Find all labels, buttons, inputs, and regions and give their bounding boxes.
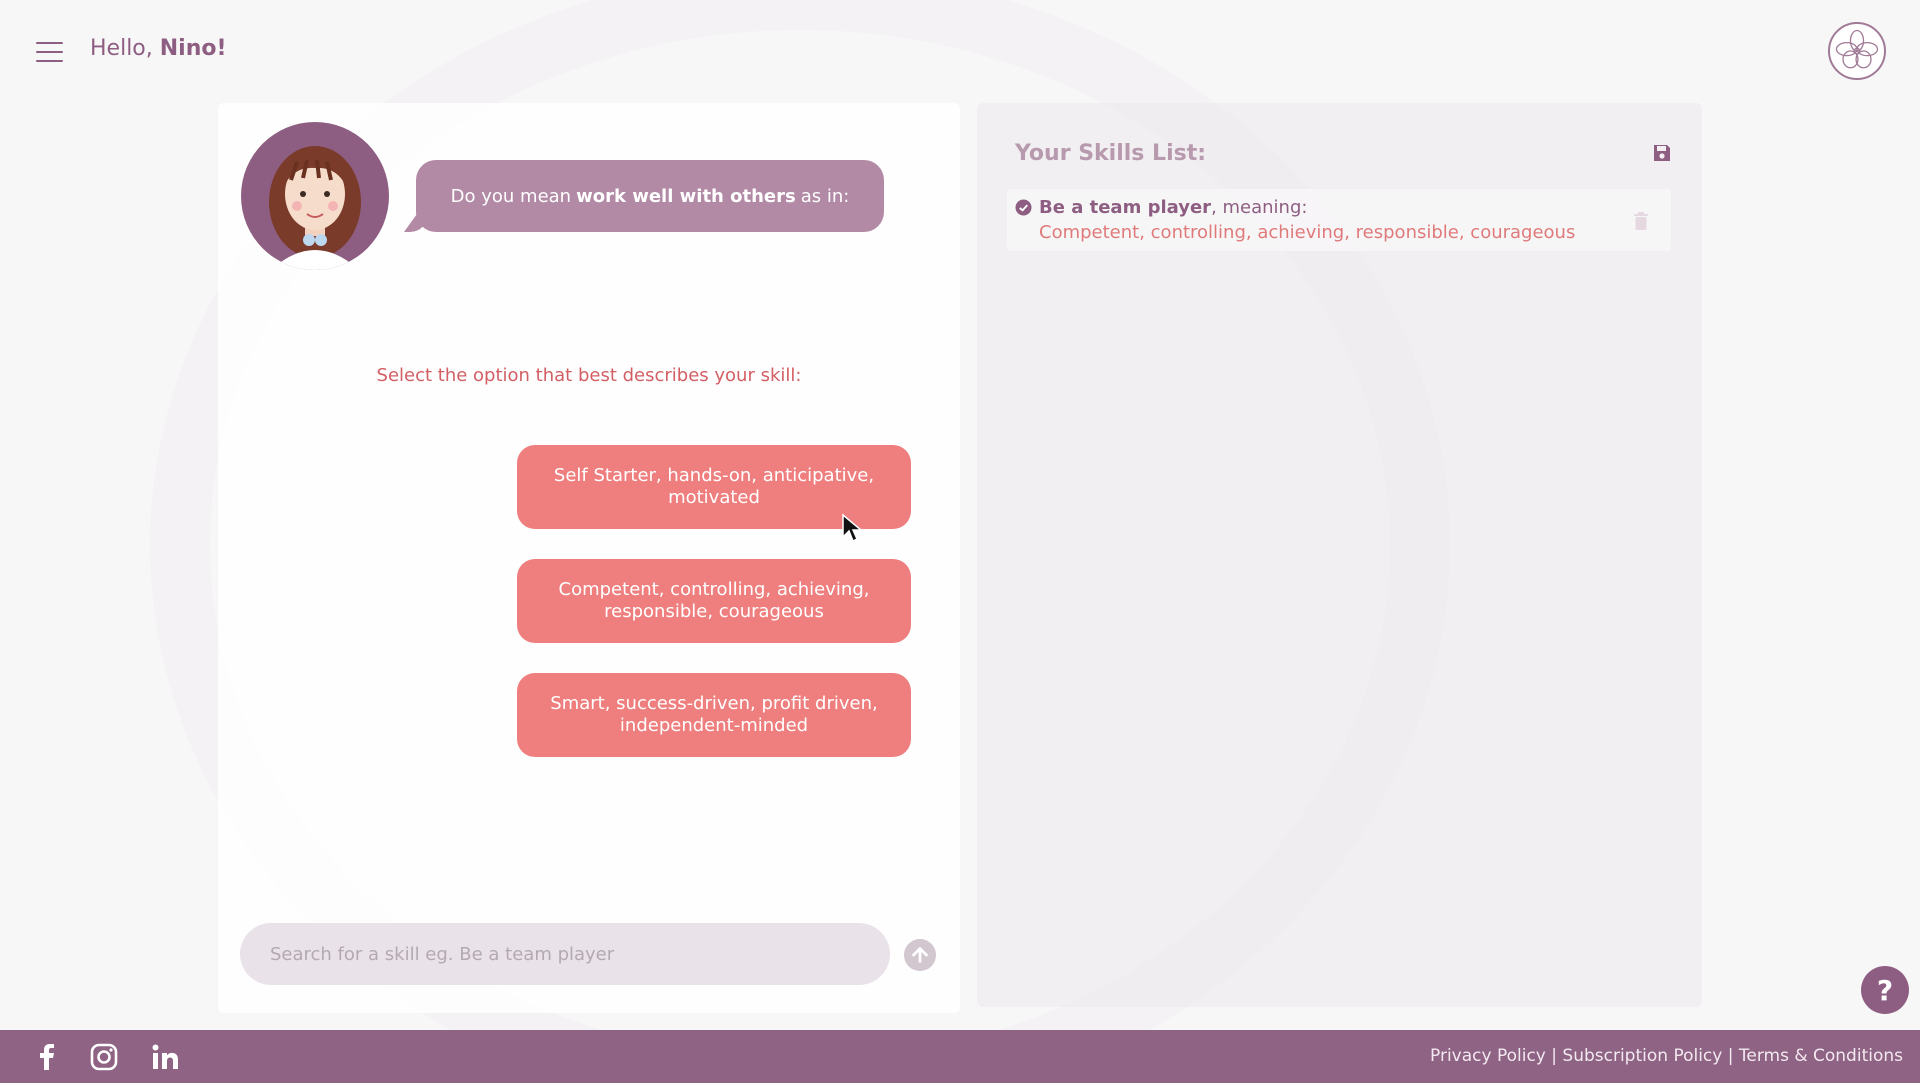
skills-list-panel: Your Skills List: Be a team player, mean…	[977, 103, 1702, 1007]
subscription-policy-link[interactable]: Subscription Policy	[1562, 1046, 1722, 1066]
check-circle-icon	[1015, 199, 1032, 216]
footer-links: Privacy Policy | Subscription Policy | T…	[1430, 1046, 1903, 1066]
help-button[interactable]: ?	[1861, 966, 1909, 1014]
facebook-icon[interactable]	[32, 1042, 62, 1072]
skill-meaning: Competent, controlling, achieving, respo…	[1039, 222, 1576, 243]
assistant-message-bubble: Do you mean work well with others as in:	[416, 160, 884, 232]
linkedin-icon[interactable]	[150, 1042, 180, 1072]
trash-icon[interactable]	[1633, 211, 1649, 231]
greeting-prefix: Hello,	[90, 36, 153, 61]
send-button[interactable]	[904, 939, 936, 971]
skill-name-suffix: , meaning:	[1211, 197, 1308, 218]
arrow-up-icon	[912, 947, 928, 963]
save-icon[interactable]	[1652, 143, 1672, 163]
option-button-3[interactable]: Smart, success-driven, profit driven, in…	[517, 673, 911, 757]
privacy-policy-link[interactable]: Privacy Policy	[1430, 1046, 1546, 1066]
message-highlight: work well with others	[576, 185, 796, 207]
message-prefix: Do you mean	[450, 185, 572, 207]
hamburger-menu-icon[interactable]	[36, 42, 63, 62]
skill-search-input[interactable]	[240, 923, 890, 985]
skills-list-title: Your Skills List:	[1015, 141, 1207, 166]
app-root: Hello, Nino! Do you mean work well with …	[0, 0, 1920, 1083]
brand-logo[interactable]	[1828, 22, 1886, 80]
flower-logo-icon	[1835, 29, 1879, 69]
skill-list-item: Be a team player, meaning: Competent, co…	[1007, 189, 1671, 251]
greeting: Hello, Nino!	[90, 36, 227, 61]
footer: Privacy Policy | Subscription Policy | T…	[0, 1030, 1920, 1083]
skill-title: Be a team player	[1039, 197, 1212, 218]
mouse-cursor-icon	[842, 513, 863, 543]
selection-instruction: Select the option that best describes yo…	[376, 365, 802, 386]
assistant-avatar	[241, 122, 389, 270]
message-suffix: as in:	[800, 185, 850, 207]
option-button-2[interactable]: Competent, controlling, achieving, respo…	[517, 559, 911, 643]
footer-separator: |	[1545, 1046, 1563, 1066]
user-name: Nino!	[159, 36, 227, 61]
skill-name: Be a team player, meaning:	[1039, 197, 1307, 218]
terms-conditions-link[interactable]: Terms & Conditions	[1739, 1046, 1903, 1066]
chat-panel: Do you mean work well with others as in:…	[218, 103, 960, 1013]
footer-separator: |	[1722, 1046, 1739, 1066]
instagram-icon[interactable]	[89, 1042, 119, 1072]
